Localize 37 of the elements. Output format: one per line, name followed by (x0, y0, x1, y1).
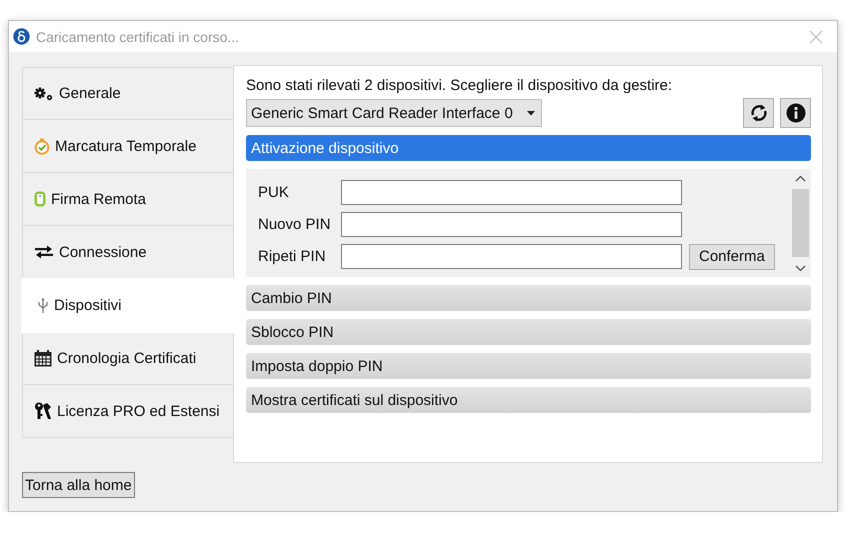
device-dropdown[interactable]: Generic Smart Card Reader Interface 0 (246, 99, 542, 127)
accordion-header[interactable]: Attivazione dispositivo (246, 135, 811, 161)
confirm-button[interactable]: Conferma (689, 244, 775, 270)
accordion-header[interactable]: Sblocco PIN (246, 319, 811, 345)
caret-icon (526, 110, 535, 116)
accordion-header[interactable]: Imposta doppio PIN (246, 353, 811, 379)
sidebar-tab[interactable]: Licenza PRO ed Estensi (22, 385, 234, 438)
accordion-header[interactable]: Cambio PIN (246, 285, 811, 311)
sidebar-tab[interactable]: Dispositivi (21, 278, 234, 333)
info-button[interactable] (780, 98, 811, 128)
keys-icon (34, 402, 52, 420)
accordion-header[interactable]: Mostra certificati sul dispositivo (246, 387, 811, 413)
home-button[interactable]: Torna alla home (22, 472, 135, 498)
scroll-down-icon[interactable] (795, 264, 806, 272)
field-label: Nuovo PIN (258, 216, 332, 233)
instruction-text: Sono stati rilevati 2 dispositivi. Scegliere il dispositivo da gestire: (246, 77, 674, 94)
gears-icon (34, 86, 54, 100)
refresh-button[interactable] (743, 98, 774, 128)
stopwatch-icon (34, 138, 50, 154)
app-logo-icon (13, 28, 30, 45)
window-title: Caricamento certificati in corso... (36, 28, 240, 44)
sidebar-tab[interactable]: Cronologia Certificati (22, 332, 234, 385)
scroll-up-icon[interactable] (795, 174, 806, 182)
input-field[interactable] (341, 180, 682, 205)
swap-arrows-icon (34, 245, 54, 259)
refresh-icon (748, 103, 768, 123)
input-field[interactable] (341, 212, 682, 237)
field-label: PUK (258, 184, 290, 201)
usb-icon (37, 298, 49, 314)
input-field[interactable] (341, 244, 682, 269)
info-icon (786, 103, 806, 123)
phone-icon (34, 191, 46, 207)
sidebar-tab[interactable]: Generale (22, 67, 234, 120)
sidebar-tab[interactable]: Marcatura Temporale (22, 120, 234, 173)
calendar-icon (34, 350, 52, 366)
sidebar-tab[interactable]: Firma Remota (22, 173, 234, 226)
field-label: Ripeti PIN (258, 248, 327, 265)
